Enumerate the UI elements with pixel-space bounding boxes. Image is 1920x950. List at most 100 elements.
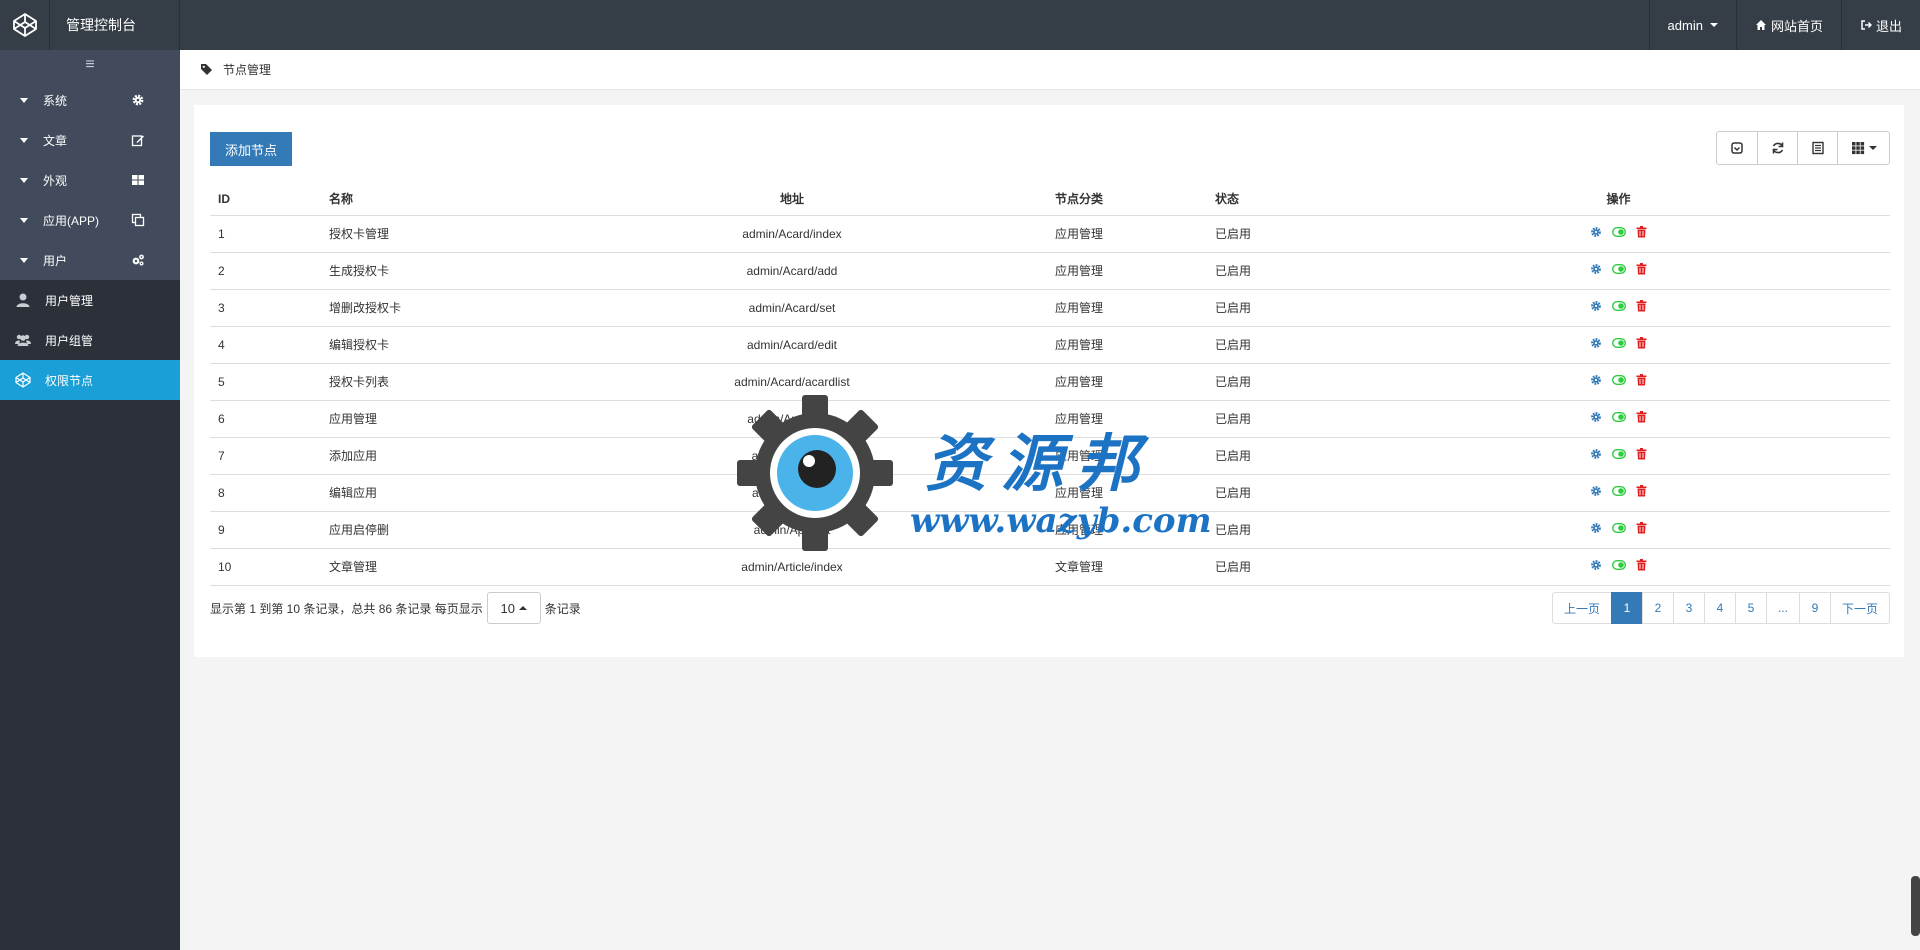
add-node-button[interactable]: 添加节点 <box>210 132 292 166</box>
edit-gear-icon[interactable] <box>1590 374 1602 386</box>
cell-status: 已启用 <box>1207 400 1347 438</box>
trash-icon[interactable] <box>1636 263 1647 275</box>
caret-down-icon <box>1868 146 1877 150</box>
sidebar-item-user-management[interactable]: 用户管理 <box>0 280 180 320</box>
toggle-on-icon[interactable] <box>1612 338 1626 348</box>
trash-icon[interactable] <box>1636 374 1647 386</box>
user-name: admin <box>1667 17 1703 33</box>
toggle-on-icon[interactable] <box>1612 227 1626 237</box>
edit-gear-icon[interactable] <box>1590 411 1602 423</box>
edit-gear-icon[interactable] <box>1590 337 1602 349</box>
caret-down-icon <box>20 258 28 263</box>
page-button[interactable]: 2 <box>1641 592 1674 624</box>
trash-icon[interactable] <box>1636 411 1647 423</box>
table-row[interactable]: 8 编辑应用 admin/App/edit 应用管理 已启用 <box>210 474 1890 512</box>
column-header-name[interactable]: 名称 <box>321 183 668 216</box>
users-icon <box>15 334 31 346</box>
list-alt-icon <box>1811 141 1824 155</box>
sidebar-group-appearance[interactable]: 外观 <box>0 160 180 200</box>
table-row[interactable]: 7 添加应用 admin/App/add 应用管理 已启用 <box>210 437 1890 475</box>
table-row[interactable]: 1 授权卡管理 admin/Acard/index 应用管理 已启用 <box>210 215 1890 253</box>
pagination-info-text: 显示第 1 到第 10 条记录，总共 86 条记录 每页显示 <box>210 601 483 616</box>
column-header-id[interactable]: ID <box>210 183 321 216</box>
sidebar-group-system[interactable]: 系统 <box>0 80 180 120</box>
edit-gear-icon[interactable] <box>1590 226 1602 238</box>
sign-out-icon <box>1861 20 1872 30</box>
column-header-address[interactable]: 地址 <box>668 183 916 216</box>
next-page-button[interactable]: 下一页 <box>1829 592 1890 624</box>
edit-gear-icon[interactable] <box>1590 448 1602 460</box>
home-link[interactable]: 网站首页 <box>1735 0 1841 50</box>
toggle-on-icon[interactable] <box>1612 449 1626 459</box>
top-bar: 管理控制台 admin 网站首页 退出 <box>0 0 1920 50</box>
cell-category: 应用管理 <box>1047 326 1207 364</box>
edit-gear-icon[interactable] <box>1590 559 1602 571</box>
trash-icon[interactable] <box>1636 485 1647 497</box>
table-row[interactable]: 5 授权卡列表 admin/Acard/acardlist 应用管理 已启用 <box>210 363 1890 401</box>
sidebar-group-user[interactable]: 用户 <box>0 240 180 280</box>
edit-gear-icon[interactable] <box>1590 522 1602 534</box>
scrollbar-handle[interactable] <box>1911 876 1920 936</box>
edit-gear-icon[interactable] <box>1590 300 1602 312</box>
trash-icon[interactable] <box>1636 226 1647 238</box>
user-menu[interactable]: admin <box>1648 0 1736 50</box>
content-panel: 添加节点 ID 名称 地址 节点分类 状态 操作 1 授权卡管理 admin/A… <box>194 105 1904 657</box>
caret-down-icon <box>1709 23 1718 27</box>
table-row[interactable]: 4 编辑授权卡 admin/Acard/edit 应用管理 已启用 <box>210 326 1890 364</box>
prev-page-button[interactable]: 上一页 <box>1551 592 1612 624</box>
table-row[interactable]: 6 应用管理 admin/App/index 应用管理 已启用 <box>210 400 1890 438</box>
sidebar-item-user-groups[interactable]: 用户组管 <box>0 320 180 360</box>
trash-icon[interactable] <box>1636 522 1647 534</box>
sidebar-toggle[interactable]: ≡ <box>0 50 180 80</box>
table-row[interactable]: 10 文章管理 admin/Article/index 文章管理 已启用 <box>210 548 1890 586</box>
sidebar-item-permission-nodes[interactable]: 权限节点 <box>0 360 180 400</box>
table-row[interactable]: 2 生成授权卡 admin/Acard/add 应用管理 已启用 <box>210 252 1890 290</box>
table-row[interactable]: 9 应用启停删 admin/App/set 应用管理 已启用 <box>210 511 1890 549</box>
columns-dropdown[interactable] <box>1837 132 1889 164</box>
page-button[interactable]: 9 <box>1798 592 1831 624</box>
trash-icon[interactable] <box>1636 337 1647 349</box>
cell-spacer <box>916 437 1047 475</box>
page-button[interactable]: 1 <box>1610 592 1643 624</box>
cell-status: 已启用 <box>1207 437 1347 475</box>
edit-gear-icon[interactable] <box>1590 485 1602 497</box>
caret-down-icon <box>20 138 28 143</box>
cell-id: 9 <box>210 511 321 549</box>
toggle-on-icon[interactable] <box>1612 560 1626 570</box>
page-button[interactable]: 4 <box>1703 592 1736 624</box>
cell-status: 已启用 <box>1207 289 1347 327</box>
logout-link[interactable]: 退出 <box>1840 0 1920 50</box>
sidebar-group-article[interactable]: 文章 <box>0 120 180 160</box>
column-header-category[interactable]: 节点分类 <box>1047 183 1207 216</box>
edit-gear-icon[interactable] <box>1590 263 1602 275</box>
toggle-view-button[interactable] <box>1717 132 1757 164</box>
codepen-logo-icon[interactable] <box>0 0 50 50</box>
home-label: 网站首页 <box>1770 18 1823 34</box>
page-size-dropdown[interactable]: 10 <box>486 592 541 624</box>
trash-icon[interactable] <box>1636 300 1647 312</box>
toggle-on-icon[interactable] <box>1612 264 1626 274</box>
sidebar-group-label: 系统 <box>43 93 68 108</box>
refresh-button[interactable] <box>1757 132 1797 164</box>
trash-icon[interactable] <box>1636 448 1647 460</box>
sidebar-item-label: 用户管理 <box>45 293 94 308</box>
gear-icon <box>132 94 144 106</box>
trash-icon[interactable] <box>1636 559 1647 571</box>
cell-address: admin/App/edit <box>668 474 916 512</box>
cell-id: 5 <box>210 363 321 401</box>
toggle-on-icon[interactable] <box>1612 412 1626 422</box>
toggle-on-icon[interactable] <box>1612 375 1626 385</box>
page-button[interactable]: 5 <box>1734 592 1767 624</box>
toggle-on-icon[interactable] <box>1612 486 1626 496</box>
breadcrumb: 节点管理 <box>180 50 1920 90</box>
sidebar-group-app[interactable]: 应用(APP) <box>0 200 180 240</box>
column-header-status[interactable]: 状态 <box>1207 183 1347 216</box>
cell-id: 1 <box>210 215 321 253</box>
toggle-on-icon[interactable] <box>1612 301 1626 311</box>
table-row[interactable]: 3 增删改授权卡 admin/Acard/set 应用管理 已启用 <box>210 289 1890 327</box>
cell-actions <box>1347 548 1890 586</box>
toggle-on-icon[interactable] <box>1612 523 1626 533</box>
card-view-button[interactable] <box>1797 132 1837 164</box>
page-button[interactable]: 3 <box>1672 592 1705 624</box>
cell-status: 已启用 <box>1207 548 1347 586</box>
